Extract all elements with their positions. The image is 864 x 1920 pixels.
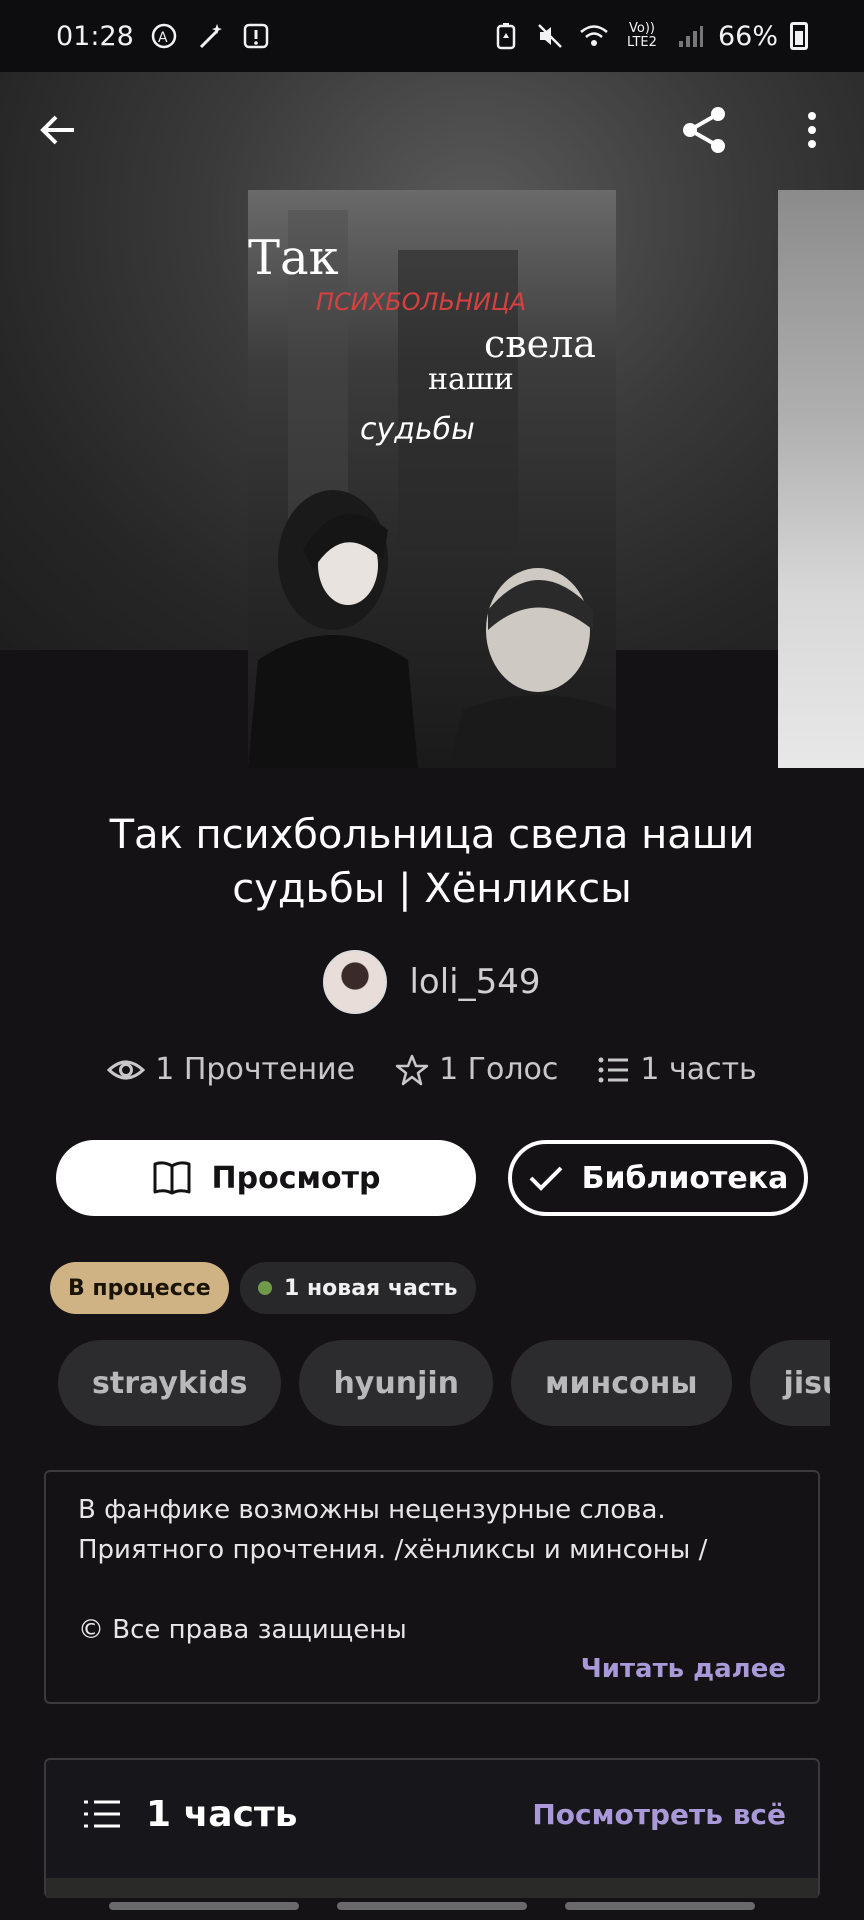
reads-count: 1 Прочтение <box>155 1052 356 1087</box>
author-avatar[interactable] <box>323 950 388 1014</box>
tag-chip[interactable]: hyunjin <box>299 1340 493 1426</box>
author-row[interactable]: loli_549 <box>0 950 864 1014</box>
story-screen: 01:28 A Vo)) LTE2 66% Так ПСИХБОЛЬНИЦА с… <box>0 0 864 1920</box>
preview-label: Просмотр <box>211 1160 381 1196</box>
status-time: 01:28 <box>56 20 134 52</box>
tag-chip[interactable]: jisung <box>749 1340 830 1426</box>
cover-title-line: наши <box>428 362 514 397</box>
share-button[interactable] <box>668 94 740 166</box>
open-book-icon <box>153 1161 190 1195</box>
parts-title: 1 часть <box>146 1793 298 1835</box>
new-part-label: 1 новая часть <box>284 1275 458 1301</box>
reads-stat: 1 Прочтение <box>107 1052 355 1087</box>
svg-text:A: A <box>158 30 168 46</box>
part-item-preview[interactable] <box>46 1878 818 1898</box>
more-vertical-icon <box>808 112 816 148</box>
status-badge: В процессе <box>50 1262 229 1314</box>
tag-chip[interactable]: минсоны <box>511 1340 732 1426</box>
new-indicator-dot <box>258 1281 272 1295</box>
see-all-link[interactable]: Посмотреть всё <box>532 1798 786 1831</box>
description-line: Приятного прочтения. /хёнликсы и минсоны… <box>78 1535 708 1565</box>
checkmark-icon <box>529 1166 563 1191</box>
network-label: Vo)) LTE2 <box>627 21 657 50</box>
cover-title-line: судьбы <box>360 412 475 447</box>
add-to-library-button[interactable]: Библиотека <box>508 1140 808 1216</box>
list-icon <box>598 1057 629 1082</box>
description-line: В фанфике возможны нецензурные слова. <box>78 1495 666 1525</box>
more-options-button[interactable] <box>776 94 848 166</box>
gesture-handle[interactable] <box>565 1902 755 1910</box>
share-icon <box>683 107 725 153</box>
translate-icon: A <box>148 20 180 52</box>
star-icon <box>395 1054 429 1085</box>
description-box: В фанфике возможны нецензурные слова. Пр… <box>44 1470 820 1704</box>
list-icon <box>84 1800 120 1828</box>
story-title: Так психбольница свела наши судьбы | Хён… <box>109 812 755 912</box>
parts-stat: 1 часть <box>598 1052 757 1087</box>
parts-header: 1 часть Посмотреть всё <box>82 1760 786 1868</box>
tag-chip[interactable]: straykids <box>58 1340 282 1426</box>
back-arrow-icon <box>40 115 74 145</box>
story-cover[interactable]: Так ПСИХБОЛЬНИЦА свела наши судьбы <box>248 190 616 768</box>
top-nav <box>0 72 864 192</box>
battery-icon <box>790 22 808 50</box>
parts-count: 1 часть <box>640 1052 757 1087</box>
cover-title-line: Так <box>248 230 339 286</box>
eye-icon <box>107 1060 146 1079</box>
copyright-line: © Все права защищены <box>78 1615 407 1645</box>
library-label: Библиотека <box>581 1160 789 1196</box>
notification-icon <box>240 20 272 52</box>
gesture-handle[interactable] <box>337 1902 527 1910</box>
tags-row[interactable]: straykids hyunjin минсоны jisung <box>58 1340 830 1426</box>
next-story-cover[interactable] <box>778 190 864 768</box>
battery-percent: 66% <box>717 20 778 52</box>
story-stats: 1 Прочтение 1 Голос 1 часть <box>0 1052 864 1087</box>
cover-title-line: ПСИХБОЛЬНИЦА <box>316 288 527 316</box>
status-bar: 01:28 A Vo)) LTE2 66% <box>0 0 864 72</box>
back-button[interactable] <box>22 94 94 166</box>
status-badge-label: В процессе <box>68 1275 211 1301</box>
parts-section: 1 часть Посмотреть всё <box>44 1758 820 1898</box>
battery-saver-icon <box>490 20 522 52</box>
votes-stat: 1 Голос <box>395 1052 558 1087</box>
wifi-icon <box>578 20 610 52</box>
magic-wand-icon <box>194 20 226 52</box>
signal-icon <box>674 20 706 52</box>
new-part-badge: 1 новая часть <box>240 1262 476 1314</box>
gesture-navigation-bar <box>0 1896 864 1920</box>
read-more-link[interactable]: Читать далее <box>581 1654 786 1684</box>
gesture-handle[interactable] <box>109 1902 299 1910</box>
cover-title-line: свела <box>484 322 596 366</box>
mute-icon <box>534 20 566 52</box>
preview-button[interactable]: Просмотр <box>56 1140 476 1216</box>
votes-count: 1 Голос <box>439 1052 559 1087</box>
author-name[interactable]: loli_549 <box>409 962 540 1002</box>
